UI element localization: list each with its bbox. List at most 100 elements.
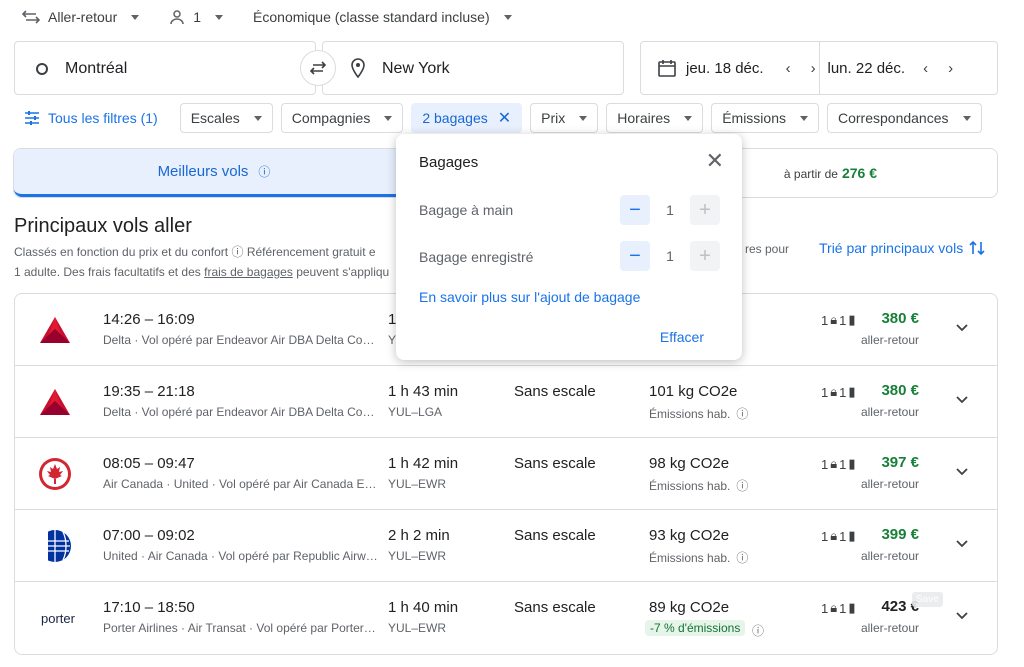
flight-price: 397 € bbox=[881, 454, 919, 471]
trip-options-bar: Aller-retour 1 Économique (classe standa… bbox=[22, 6, 542, 28]
flight-airline: Delta · Vol opéré par Endeavor Air DBA D… bbox=[103, 405, 378, 419]
checked-bag-minus-button[interactable]: − bbox=[620, 241, 650, 271]
carry-count: 1 bbox=[821, 600, 829, 616]
chevron-down-icon[interactable] bbox=[955, 392, 969, 406]
save-chip[interactable]: Save bbox=[912, 592, 943, 607]
chevron-down-icon bbox=[684, 115, 693, 121]
chevron-down-icon[interactable] bbox=[955, 536, 969, 550]
tab-cheapest[interactable]: à partir de 276 € bbox=[784, 165, 877, 181]
chevron-down-icon bbox=[384, 115, 393, 121]
clear-button[interactable]: Effacer bbox=[660, 329, 704, 345]
filter-horaires[interactable]: Horaires bbox=[606, 103, 704, 133]
carry-on-minus-button[interactable]: − bbox=[620, 195, 650, 225]
location-pin-icon bbox=[351, 58, 365, 78]
checked-bag-stepper: − 1 + bbox=[620, 241, 720, 271]
price-label: aller-retour bbox=[860, 405, 919, 419]
carry-bag-icon: 🔒︎ bbox=[830, 384, 838, 399]
filter-compagnies[interactable]: Compagnies bbox=[280, 103, 404, 133]
results-title: Principaux vols aller bbox=[14, 215, 192, 237]
chevron-down-icon[interactable] bbox=[955, 464, 969, 478]
cabin-select[interactable]: Économique (classe standard incluse) bbox=[253, 9, 512, 25]
filter-escales[interactable]: Escales bbox=[179, 103, 273, 133]
depart-next-button[interactable]: › bbox=[811, 60, 816, 77]
flight-route: YUL–LGA bbox=[388, 405, 443, 419]
info-icon[interactable]: ⓘ bbox=[736, 479, 748, 493]
flight-row[interactable]: 07:00 – 09:02 United · Air Canada · Vol … bbox=[15, 510, 997, 582]
all-filters-label: Tous les filtres (1) bbox=[48, 110, 158, 126]
origin-circle-icon bbox=[36, 63, 48, 75]
info-icon[interactable]: ⓘ bbox=[231, 245, 243, 259]
price-label: aller-retour bbox=[860, 549, 919, 563]
info-icon[interactable]: ⓘ bbox=[736, 407, 748, 421]
checked-bag-icon: ▮ bbox=[848, 528, 856, 543]
sort-button[interactable]: Trié par principaux vols bbox=[819, 240, 985, 256]
flight-route: YUL–EWR bbox=[388, 549, 447, 563]
return-prev-button[interactable]: ‹ bbox=[923, 60, 928, 77]
close-icon[interactable]: ✕ bbox=[498, 108, 511, 128]
porter-logo: porter bbox=[33, 600, 83, 636]
flight-row[interactable]: porter 17:10 – 18:50 Porter Airlines · A… bbox=[15, 582, 997, 654]
destination-field[interactable]: New York bbox=[322, 41, 624, 95]
delta-logo bbox=[37, 384, 73, 420]
bags-included: 1 🔒︎ 1 ▮ bbox=[821, 384, 858, 400]
checked-bag-icon: ▮ bbox=[848, 600, 856, 615]
close-icon[interactable]: ✕ bbox=[706, 150, 724, 172]
bags-included: 1 🔒︎ 1 ▮ bbox=[821, 312, 858, 328]
cabin-label: Économique (classe standard incluse) bbox=[253, 9, 490, 25]
passengers-label: 1 bbox=[193, 9, 202, 25]
filter-emissions[interactable]: Émissions bbox=[711, 103, 819, 133]
checked-bag-icon: ▮ bbox=[848, 456, 856, 471]
depart-date-field[interactable]: jeu. 18 déc. ‹ › bbox=[641, 42, 819, 94]
swap-arrows-icon bbox=[22, 10, 40, 24]
depart-prev-button[interactable]: ‹ bbox=[786, 60, 791, 77]
info-icon[interactable]: ⓘ bbox=[258, 163, 270, 180]
emissions-text: Émissions hab. bbox=[649, 551, 731, 565]
return-next-button[interactable]: › bbox=[948, 60, 953, 77]
trip-type-select[interactable]: Aller-retour bbox=[22, 9, 140, 25]
flight-price: 380 € bbox=[881, 310, 919, 327]
depart-date-value: jeu. 18 déc. bbox=[686, 59, 764, 77]
filter-prix[interactable]: Prix bbox=[530, 103, 599, 133]
flight-row[interactable]: 19:35 – 21:18 Delta · Vol opéré par Ende… bbox=[15, 366, 997, 438]
flight-row[interactable]: 08:05 – 09:47 Air Canada · United · Vol … bbox=[15, 438, 997, 510]
learn-more-link[interactable]: En savoir plus sur l'ajout de bagage bbox=[419, 289, 640, 305]
checked-bag-plus-button[interactable]: + bbox=[690, 241, 720, 271]
origin-value: Montréal bbox=[65, 60, 128, 77]
chevron-down-icon bbox=[131, 14, 140, 20]
filter-bagages[interactable]: 2 bagages ✕ bbox=[411, 103, 523, 133]
chip-label: Émissions bbox=[722, 110, 786, 126]
chip-label: Compagnies bbox=[291, 110, 371, 126]
carry-bag-icon: 🔒︎ bbox=[830, 456, 838, 471]
chevron-down-icon[interactable] bbox=[955, 608, 969, 622]
flight-duration: 1 h 42 min bbox=[388, 455, 459, 472]
checked-count: 1 bbox=[839, 312, 847, 328]
person-icon bbox=[170, 10, 184, 25]
return-date-field[interactable]: lun. 22 déc. ‹ › bbox=[818, 42, 998, 94]
price-label: aller-retour bbox=[860, 333, 919, 347]
swap-icon bbox=[309, 61, 327, 75]
flight-price: 380 € bbox=[881, 382, 919, 399]
chevron-down-icon[interactable] bbox=[955, 320, 969, 334]
subtitle-text: peuvent s'appliqu bbox=[296, 265, 390, 279]
baggage-fees-link[interactable]: frais de bagages bbox=[204, 265, 293, 279]
flight-co2: 93 kg CO2e bbox=[649, 527, 730, 544]
flight-airline: Delta · Vol opéré par Endeavor Air DBA D… bbox=[103, 333, 378, 347]
tab-best-flights[interactable]: Meilleurs vols ⓘ bbox=[14, 149, 414, 197]
carry-on-count: 1 bbox=[666, 202, 674, 218]
passengers-select[interactable]: 1 bbox=[169, 9, 224, 25]
origin-field[interactable]: Montréal bbox=[14, 41, 316, 95]
all-filters-button[interactable]: Tous les filtres (1) bbox=[24, 110, 158, 126]
flight-price: 399 € bbox=[881, 526, 919, 543]
swap-button[interactable] bbox=[300, 50, 336, 86]
carry-bag-icon: 🔒︎ bbox=[830, 528, 838, 543]
baggage-popup: Bagages ✕ Bagage à main − 1 + Bagage enr… bbox=[396, 134, 742, 360]
info-icon[interactable]: ⓘ bbox=[752, 622, 764, 639]
carry-on-plus-button[interactable]: + bbox=[690, 195, 720, 225]
bags-included: 1 🔒︎ 1 ▮ bbox=[821, 456, 858, 472]
info-icon[interactable]: ⓘ bbox=[736, 551, 748, 565]
subtitle-text: 1 adulte. Des frais facultatifs et des bbox=[14, 265, 201, 279]
chevron-down-icon bbox=[962, 115, 971, 121]
flight-route: Y bbox=[388, 333, 397, 347]
filter-correspondances[interactable]: Correspondances bbox=[826, 103, 982, 133]
cheapest-prefix: à partir de bbox=[783, 167, 838, 181]
